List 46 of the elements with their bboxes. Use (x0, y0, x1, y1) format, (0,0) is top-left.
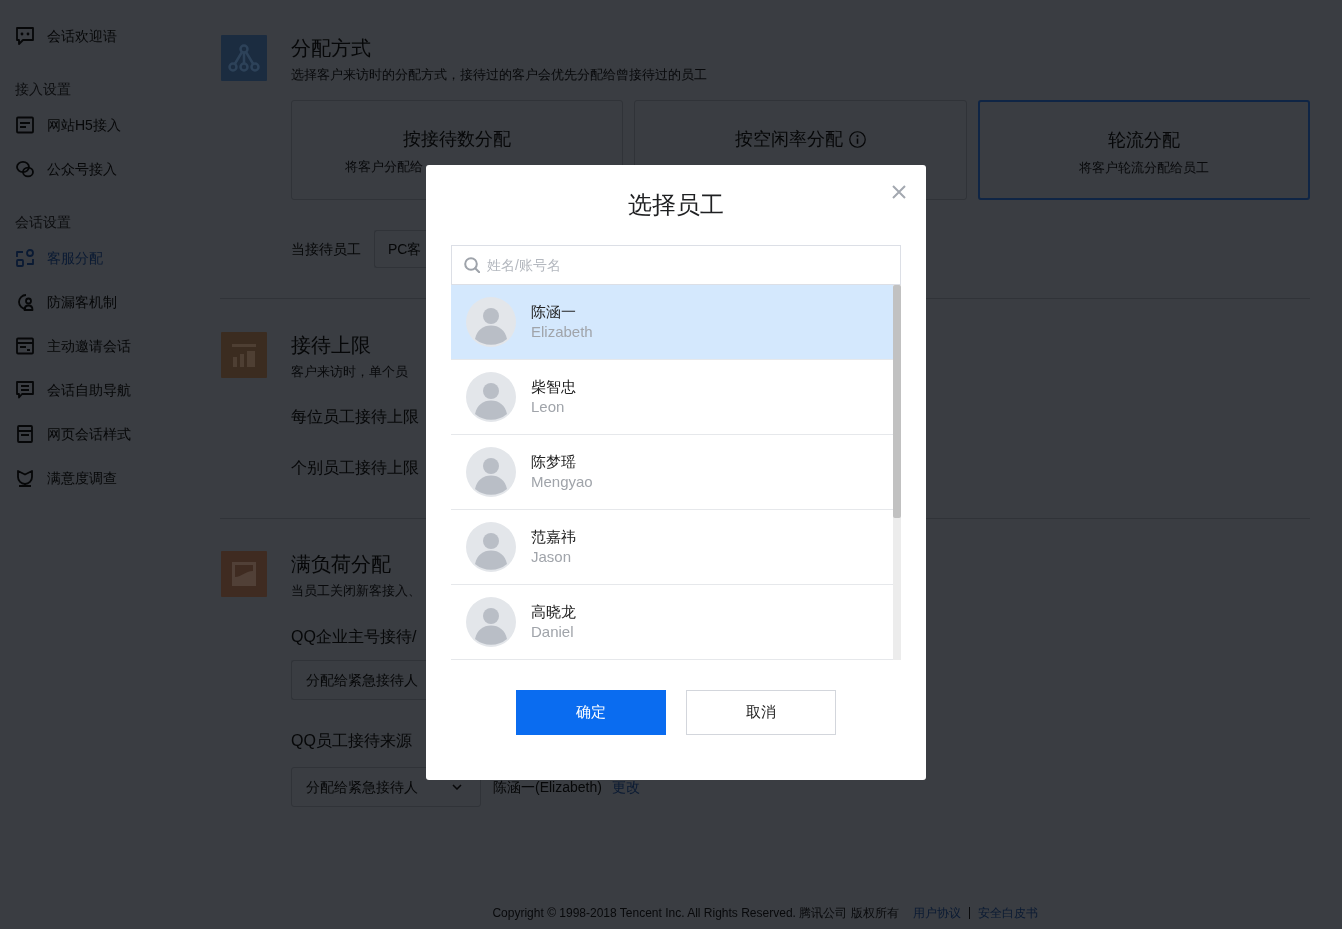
selected-employee-text: 陈涵一(Elizabeth) (493, 780, 602, 794)
exchange-icon (16, 249, 34, 267)
cancel-button[interactable]: 取消 (686, 690, 836, 735)
search-icon (464, 257, 480, 273)
tulip-icon (16, 469, 34, 487)
sidebar-item[interactable]: 网站H5接入 (16, 115, 121, 135)
employee-account: Leon (531, 397, 565, 417)
section-title: 满负荷分配 (291, 552, 391, 577)
confirm-button[interactable]: 确定 (516, 690, 666, 735)
sidebar-item[interactable]: 网页会话样式 (16, 424, 131, 444)
section-title: 分配方式 (291, 36, 371, 61)
section-title: 接待上限 (291, 333, 371, 358)
user-avatar-icon (466, 372, 516, 422)
option-card-title: 轮流分配 (1107, 129, 1180, 152)
document-icon (16, 425, 34, 443)
employee-name: 范嘉祎 (531, 527, 576, 547)
employee-name: 高晓龙 (531, 602, 576, 622)
close-icon (892, 185, 906, 199)
speech-bubble-icon (16, 27, 34, 45)
employee-account: Mengyao (531, 472, 593, 492)
employee-name: 柴智忠 (531, 377, 576, 397)
message-icon (16, 381, 34, 399)
employee-row[interactable]: 陈涵一 Elizabeth (451, 285, 893, 360)
user-avatar-icon (466, 297, 516, 347)
browser-window-icon (16, 116, 34, 134)
user-avatar-icon (466, 597, 516, 647)
option-card-title: 按空闲率分配 (735, 128, 843, 151)
employee-account: Daniel (531, 622, 574, 642)
scrollbar[interactable] (893, 285, 901, 660)
employee-name: 陈梦瑶 (531, 452, 576, 472)
user-avatar-icon (466, 522, 516, 572)
employee-account: Jason (531, 547, 572, 567)
chevron-down-icon (452, 784, 462, 790)
employee-account: Elizabeth (531, 322, 593, 342)
window-icon (16, 337, 34, 355)
sidebar-item[interactable]: 会话欢迎语 (16, 26, 117, 46)
close-button[interactable] (892, 185, 906, 199)
option-card-title: 按接待数分配 (403, 128, 512, 151)
search-field[interactable]: 姓名/账号名 (451, 245, 901, 285)
employee-name: 陈涵一 (531, 302, 576, 322)
field-label: QQ员工接待来源 (291, 731, 412, 751)
person-ring-icon (16, 293, 34, 311)
chat-bubbles-icon (16, 160, 34, 178)
user-avatar-icon (466, 447, 516, 497)
scrollbar-thumb[interactable] (893, 285, 901, 518)
field-label: QQ企业主号接待/ (291, 627, 417, 647)
